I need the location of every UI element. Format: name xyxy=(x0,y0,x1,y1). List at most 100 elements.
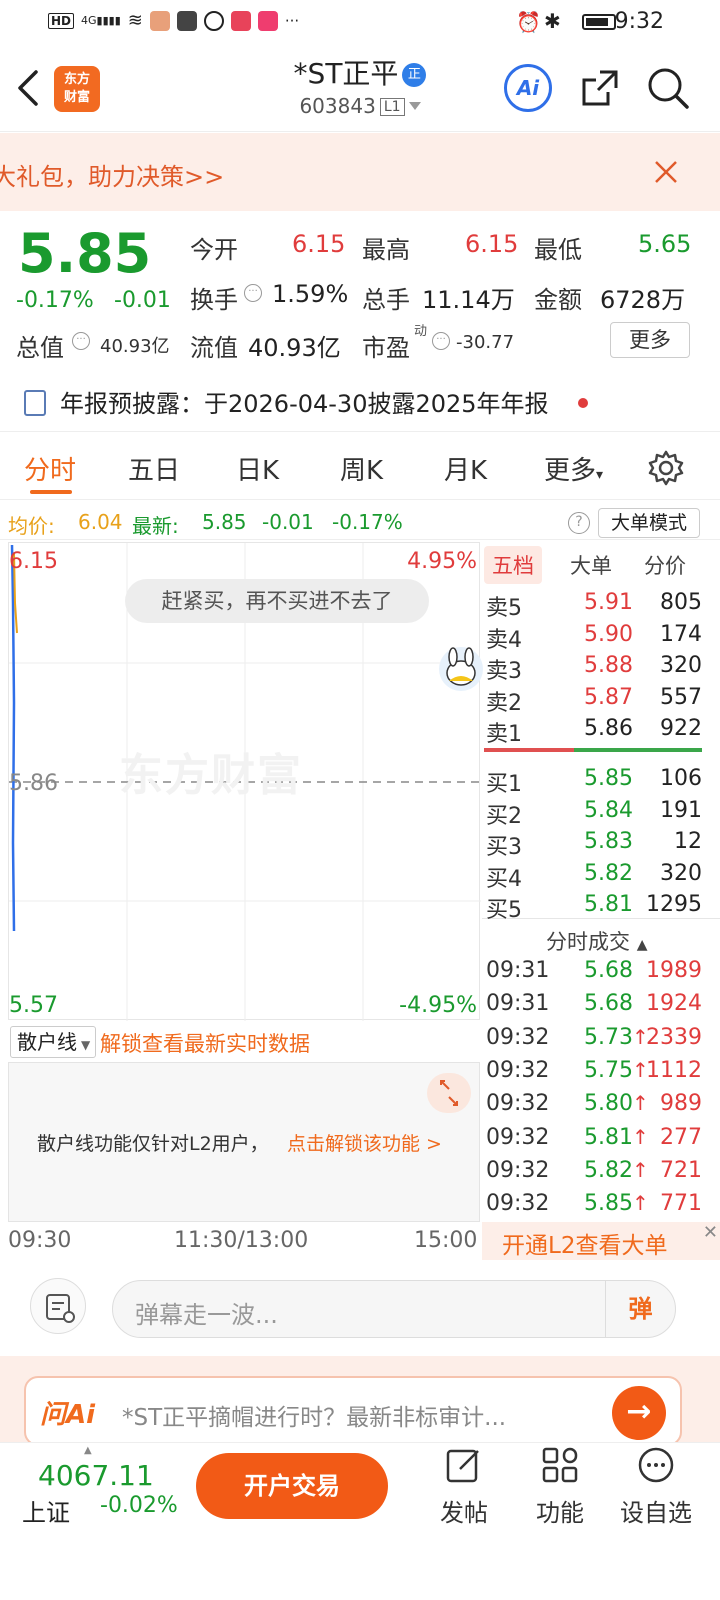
info-icon[interactable]: ··· xyxy=(244,284,262,302)
volume-value: 11.14万 xyxy=(422,286,515,314)
danmaku-toast: 赶紧买，再不买进不去了 xyxy=(125,579,429,623)
gear-icon[interactable] xyxy=(646,448,686,488)
info-icon[interactable]: ··· xyxy=(432,332,450,350)
row-volume: 922 xyxy=(660,716,702,741)
shop-notification-icon xyxy=(230,10,251,31)
average-price-bar: 均价: 6.04 最新: 5.85 -0.01 -0.17% ? 大单模式 xyxy=(0,504,720,540)
promo-banner[interactable]: 大礼包，助力决策>> xyxy=(0,133,720,211)
expand-icon[interactable] xyxy=(427,1073,471,1113)
watermark: 东方财富 xyxy=(119,750,303,801)
info-icon[interactable]: ··· xyxy=(72,332,90,350)
top-price-label: 6.15 xyxy=(9,549,58,574)
volume-label: 总手 xyxy=(362,286,410,314)
row-price: 5.85 xyxy=(584,1191,633,1217)
retail-unlock-link[interactable]: 点击解锁该功能 > xyxy=(287,1129,442,1156)
wifi-icon: ≋ xyxy=(127,10,143,31)
ticks-header[interactable]: 分时成交 ▲ xyxy=(546,926,647,956)
tab-daily-k[interactable]: 日K xyxy=(236,450,279,487)
row-label: 买4 xyxy=(486,866,522,892)
tick-row: 09:32 5.80 ↑ 989 xyxy=(482,1091,720,1121)
l2-promo[interactable]: 开通L2查看大单 ✕ xyxy=(482,1222,720,1260)
open-label: 今开 xyxy=(190,236,238,264)
document-icon xyxy=(24,390,46,416)
row-price: 5.68 xyxy=(584,958,633,983)
more-button[interactable]: 更多 xyxy=(610,322,690,358)
status-icons: HD 4G▮▮▮▮ ≋ ··· xyxy=(48,10,299,31)
ai-ask-logo: 问Ai xyxy=(40,1400,96,1430)
mascot-icon[interactable] xyxy=(439,647,483,691)
row-volume: 12 xyxy=(674,829,702,854)
close-icon[interactable]: ✕ xyxy=(703,1222,718,1243)
more-notifications: ··· xyxy=(284,11,300,30)
order-book: 五档 大单 分价 分时成交 ▲ 开通L2查看大单 ✕ 卖5 5.91 805 卖4 5.… xyxy=(482,542,720,1260)
row-volume: 721 xyxy=(660,1157,702,1183)
index-ticker[interactable]: 4067.11 上证 -0.02% xyxy=(0,1443,190,1543)
tick-row: 09:31 5.68 1924 xyxy=(482,991,720,1021)
ask-row: 卖4 5.90 174 xyxy=(482,622,720,653)
mid-price-label: 5.86 xyxy=(9,771,58,796)
tab-more[interactable]: 更多▾ xyxy=(544,450,603,487)
danmaku-settings-icon[interactable] xyxy=(30,1278,86,1334)
time-axis-mid: 11:30/13:00 xyxy=(174,1228,309,1253)
row-label: 09:32 xyxy=(486,1191,550,1217)
tab-five-day[interactable]: 五日 xyxy=(128,450,180,487)
bluetooth-icon: ✱ xyxy=(544,9,561,33)
high-value: 6.15 xyxy=(465,230,519,258)
row-label: 卖2 xyxy=(486,690,522,716)
row-price: 5.87 xyxy=(584,684,633,710)
book-tab-big-orders[interactable]: 大单 xyxy=(570,550,612,580)
ask-row: 卖2 5.87 557 xyxy=(482,684,720,716)
tab-monthly-k[interactable]: 月K xyxy=(444,450,487,487)
danmaku-toggle-button[interactable]: 弹 xyxy=(605,1281,675,1337)
row-label: 卖4 xyxy=(486,627,522,653)
tab-weekly-k[interactable]: 周K xyxy=(340,450,383,487)
bottom-price-label: 5.57 xyxy=(9,993,58,1018)
close-icon[interactable] xyxy=(652,158,680,186)
danmaku-input[interactable]: 弹幕走一波... 弹 xyxy=(112,1280,676,1338)
row-volume: 1924 xyxy=(646,991,702,1017)
row-label: 09:31 xyxy=(486,958,550,983)
row-price: 5.85 xyxy=(584,766,633,791)
intraday-chart[interactable]: 东方财富 6.15 4.95% 5.86 5.57 -4.95% 赶紧买，再不买… xyxy=(8,542,483,1021)
annual-report-notice[interactable]: 年报预披露：于2026-04-30披露2025年年报 xyxy=(0,376,720,432)
time-axis-end: 15:00 xyxy=(414,1228,478,1253)
row-price: 5.82 xyxy=(584,860,633,886)
search-icon[interactable] xyxy=(646,66,690,110)
share-icon[interactable] xyxy=(578,66,622,110)
ai-ask-card[interactable]: 问Ai *ST正平摘帽进行时？最新非标审计... → xyxy=(24,1376,682,1446)
row-volume: 2339 xyxy=(646,1024,702,1050)
arrow-right-icon[interactable]: → xyxy=(612,1386,666,1440)
more-dots-icon xyxy=(638,1447,674,1483)
alarm-icon: ⏰ xyxy=(516,10,541,34)
open-account-trade-button[interactable]: 开户交易 xyxy=(196,1453,388,1519)
tick-row: 09:32 5.73 ↑ 2339 xyxy=(482,1025,720,1055)
tab-intraday[interactable]: 分时 xyxy=(24,450,76,487)
up-arrow-icon: ↑ xyxy=(632,1124,649,1149)
caret-up-icon: ▲ xyxy=(636,937,648,953)
row-price: 5.88 xyxy=(584,653,633,678)
book-tab-five-levels[interactable]: 五档 xyxy=(484,546,542,584)
video-notification-icon xyxy=(257,10,278,31)
add-watchlist-label: 设自选 xyxy=(620,1499,692,1527)
unlock-link[interactable]: 解锁查看最新实时数据 xyxy=(100,1028,310,1058)
chart-tabs: 分时 五日 日K 周K 月K 更多▾ xyxy=(0,436,720,500)
retail-line-select[interactable]: 散户线 ▼ xyxy=(10,1026,96,1058)
help-icon[interactable]: ? xyxy=(568,512,590,534)
book-tab-price-dist[interactable]: 分价 xyxy=(644,550,686,580)
low-label: 最低 xyxy=(534,236,582,264)
functions-button[interactable]: 功能 xyxy=(520,1445,600,1528)
row-price: 5.81 xyxy=(584,1124,633,1150)
post-button[interactable]: 发帖 xyxy=(424,1445,504,1528)
add-watchlist-button[interactable]: 设自选 xyxy=(616,1445,696,1528)
high-label: 最高 xyxy=(362,236,410,264)
level-badge: L1 xyxy=(379,98,405,116)
retail-locked-box: 散户线功能仅针对L2用户， 点击解锁该功能 > xyxy=(8,1062,480,1222)
row-volume: 1295 xyxy=(646,892,702,917)
change-value: -0.01 xyxy=(114,288,171,313)
bid-row: 买1 5.85 106 xyxy=(482,766,720,797)
status-time: 9:32 xyxy=(614,9,664,34)
ai-button[interactable]: Ai xyxy=(504,64,552,112)
zheng-badge-icon: 正 xyxy=(402,63,427,87)
big-order-mode-button[interactable]: 大单模式 xyxy=(598,508,700,538)
index-value: 4067.11 xyxy=(38,1459,154,1492)
